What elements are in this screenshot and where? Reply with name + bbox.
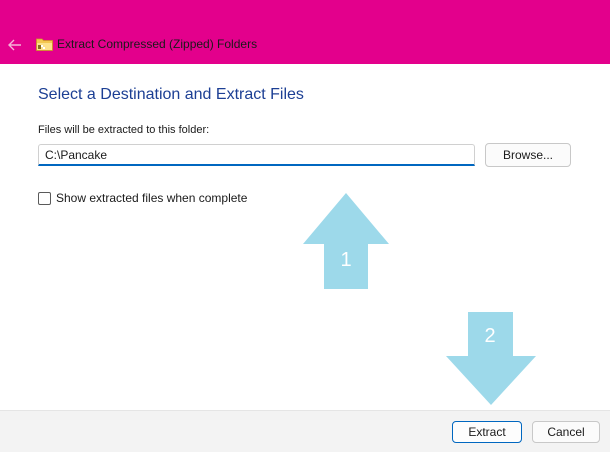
annotation-step-1: 1 bbox=[340, 249, 352, 271]
show-extracted-files-label: Show extracted files when complete bbox=[56, 191, 248, 205]
show-extracted-files-option[interactable]: Show extracted files when complete bbox=[38, 191, 247, 205]
extract-dialog: Extract Compressed (Zipped) Folders Sele… bbox=[0, 0, 610, 452]
zipped-folder-icon bbox=[36, 38, 53, 51]
window-title: Extract Compressed (Zipped) Folders bbox=[57, 37, 258, 51]
show-extracted-files-checkbox[interactable] bbox=[38, 191, 51, 205]
back-arrow-icon bbox=[8, 39, 21, 51]
annotation-up-arrow-icon bbox=[303, 193, 389, 289]
browse-button[interactable]: Browse... bbox=[485, 143, 571, 167]
cancel-button[interactable]: Cancel bbox=[532, 421, 600, 443]
annotation-step-2: 2 bbox=[484, 325, 496, 347]
extract-button[interactable]: Extract bbox=[452, 421, 522, 443]
destination-label: Files will be extracted to this folder: bbox=[38, 124, 210, 136]
back-button[interactable] bbox=[5, 35, 25, 55]
title-bar: Extract Compressed (Zipped) Folders bbox=[0, 0, 610, 64]
destination-path-input[interactable] bbox=[38, 144, 475, 166]
page-heading: Select a Destination and Extract Files bbox=[38, 86, 304, 103]
